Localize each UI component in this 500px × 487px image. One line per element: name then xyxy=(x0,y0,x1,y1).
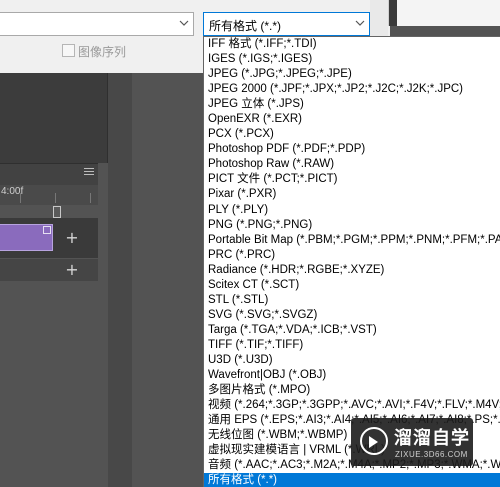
format-option[interactable]: PRC (*.PRC) xyxy=(204,248,500,263)
panel-menu-icon[interactable] xyxy=(84,168,94,176)
format-option[interactable]: Targa (*.TGA;*.VDA;*.ICB;*.VST) xyxy=(204,323,500,338)
format-option[interactable]: JPEG 立体 (*.JPS) xyxy=(204,97,500,112)
filetype-select[interactable]: 所有格式 (*.*) xyxy=(203,12,370,36)
format-option[interactable]: PICT 文件 (*.PCT;*.PICT) xyxy=(204,172,500,187)
format-option[interactable]: Pixar (*.PXR) xyxy=(204,187,500,202)
chevron-down-icon[interactable] xyxy=(355,18,365,28)
watermark-url: ZIXUE.3D66.COM xyxy=(395,450,468,459)
format-option[interactable]: PCX (*.PCX) xyxy=(204,127,500,142)
canvas-area xyxy=(0,73,108,163)
format-option[interactable]: Wavefront|OBJ (*.OBJ) xyxy=(204,368,500,383)
format-option[interactable]: Radiance (*.HDR;*.RGBE;*.XYZE) xyxy=(204,263,500,278)
format-option[interactable]: Scitex CT (*.SCT) xyxy=(204,278,500,293)
add-media-button[interactable]: + xyxy=(64,230,80,246)
playhead-handle[interactable] xyxy=(53,206,61,218)
watermark-title: 溜溜自学 xyxy=(394,428,470,448)
ruler-tick xyxy=(55,193,56,203)
format-option[interactable]: IGES (*.IGS;*.IGES) xyxy=(204,52,500,67)
format-option[interactable]: 所有格式 (*.*) xyxy=(204,473,500,487)
format-option[interactable]: Photoshop PDF (*.PDF;*.PDP) xyxy=(204,142,500,157)
chevron-down-icon[interactable] xyxy=(179,18,189,28)
format-option[interactable]: 视频 (*.264;*.3GP;*.3GPP;*.AVC;*.AVI;*.F4V… xyxy=(204,398,500,413)
format-option[interactable]: 多图片格式 (*.MPO) xyxy=(204,383,500,398)
format-option[interactable]: Portable Bit Map (*.PBM;*.PGM;*.PPM;*.PN… xyxy=(204,233,500,248)
format-option[interactable]: JPEG (*.JPG;*.JPEG;*.JPE) xyxy=(204,67,500,82)
format-option[interactable]: SVG (*.SVG;*.SVGZ) xyxy=(204,308,500,323)
format-option[interactable]: OpenEXR (*.EXR) xyxy=(204,112,500,127)
filetype-select-value: 所有格式 (*.*) xyxy=(209,19,282,33)
format-option[interactable]: PNG (*.PNG;*.PNG) xyxy=(204,218,500,233)
add-audio-button[interactable]: + xyxy=(64,262,80,278)
format-option[interactable]: STL (*.STL) xyxy=(204,293,500,308)
filename-combobox[interactable] xyxy=(0,12,194,36)
image-sequence-checkbox[interactable] xyxy=(62,44,75,57)
format-option[interactable]: TIFF (*.TIF;*.TIFF) xyxy=(204,338,500,353)
workspace-background xyxy=(132,73,204,487)
ruler-tick xyxy=(20,193,21,203)
clip-options-icon[interactable] xyxy=(43,226,51,234)
format-option[interactable]: JPEG 2000 (*.JPF;*.JPX;*.JP2;*.J2C;*.J2K… xyxy=(204,82,500,97)
play-logo-icon xyxy=(360,427,388,455)
document-preview xyxy=(388,0,500,26)
watermark: 溜溜自学 ZIXUE.3D66.COM xyxy=(351,418,473,466)
ruler-tick xyxy=(90,193,91,203)
format-option[interactable]: PLY (*.PLY) xyxy=(204,203,500,218)
image-sequence-label: 图像序列 xyxy=(78,45,127,59)
workspace-gutter xyxy=(108,73,132,487)
format-option[interactable]: U3D (*.U3D) xyxy=(204,353,500,368)
format-option[interactable]: Photoshop Raw (*.RAW) xyxy=(204,157,500,172)
audio-track xyxy=(0,259,98,281)
format-option[interactable]: IFF 格式 (*.IFF;*.TDI) xyxy=(204,37,500,52)
